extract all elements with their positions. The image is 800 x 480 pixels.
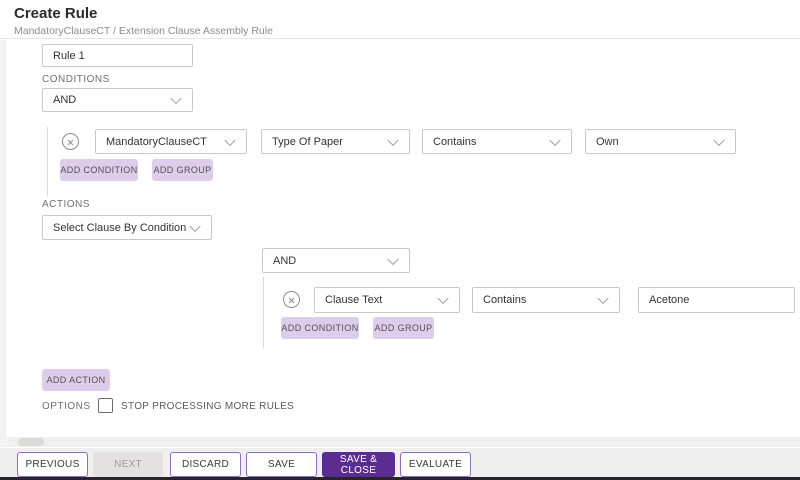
condition-value-select[interactable]: Own [585, 129, 736, 154]
action-group-operator-select[interactable]: AND [262, 248, 410, 273]
footer-bar: PREVIOUS NEXT DISCARD SAVE SAVE & CLOSE … [0, 448, 800, 477]
page-title: Create Rule [14, 5, 97, 22]
action-operator-select[interactable]: Contains [472, 287, 620, 313]
action-field-select[interactable]: Clause Text [314, 287, 460, 313]
chevron-down-icon [597, 293, 608, 304]
condition-operator-select[interactable]: Contains [422, 129, 572, 154]
action-value-input[interactable] [638, 287, 795, 313]
options-label: OPTIONS [42, 401, 91, 412]
chevron-down-icon [549, 134, 560, 145]
action-operator-value: Contains [483, 294, 526, 306]
condition-entity-select[interactable]: MandatoryClauseCT [95, 129, 247, 154]
condition-entity-value: MandatoryClauseCT [106, 136, 207, 148]
action-group-line [263, 277, 264, 348]
stop-processing-checkbox[interactable] [98, 398, 113, 413]
action-group-operator-value: AND [273, 255, 296, 267]
condition-operator-value: Contains [433, 136, 476, 148]
next-button[interactable]: NEXT [93, 452, 163, 477]
breadcrumb: MandatoryClauseCT / Extension Clause Ass… [14, 25, 273, 37]
conditions-operator-select[interactable]: AND [42, 88, 193, 112]
add-action-button[interactable]: ADD ACTION [42, 369, 110, 391]
horizontal-scrollbar-track[interactable] [7, 437, 800, 447]
chevron-down-icon [224, 134, 235, 145]
save-button[interactable]: SAVE [246, 452, 317, 477]
actions-label: ACTIONS [42, 199, 90, 210]
left-scrollbar-track[interactable] [0, 40, 6, 447]
action-type-value: Select Clause By Condition [53, 222, 186, 234]
add-condition-button[interactable]: ADD CONDITION [60, 159, 138, 181]
conditions-operator-value: AND [53, 94, 76, 106]
condition-value: Own [596, 136, 619, 148]
chevron-down-icon [713, 134, 724, 145]
chevron-down-icon [189, 220, 200, 231]
condition-attribute-value: Type Of Paper [272, 136, 343, 148]
condition-attribute-select[interactable]: Type Of Paper [261, 129, 410, 154]
previous-button[interactable]: PREVIOUS [17, 452, 88, 477]
chevron-down-icon [437, 293, 448, 304]
save-and-close-button[interactable]: SAVE & CLOSE [322, 452, 395, 477]
chevron-down-icon [170, 93, 181, 104]
page-header: Create Rule MandatoryClauseCT / Extensio… [0, 0, 800, 39]
chevron-down-icon [387, 134, 398, 145]
add-group-button[interactable]: ADD GROUP [152, 159, 213, 181]
action-type-select[interactable]: Select Clause By Condition [42, 215, 212, 240]
evaluate-button[interactable]: EVALUATE [400, 452, 471, 477]
remove-condition-icon[interactable] [62, 133, 79, 150]
rule-name-input[interactable] [42, 44, 193, 67]
add-action-group-button[interactable]: ADD GROUP [373, 317, 434, 339]
add-action-condition-button[interactable]: ADD CONDITION [281, 317, 359, 339]
remove-action-condition-icon[interactable] [283, 291, 300, 308]
stop-processing-label: STOP PROCESSING MORE RULES [121, 401, 294, 412]
chevron-down-icon [387, 253, 398, 264]
conditions-label: CONDITIONS [42, 74, 110, 85]
horizontal-scrollbar-thumb[interactable] [18, 438, 44, 446]
condition-group-line [47, 127, 48, 196]
discard-button[interactable]: DISCARD [170, 452, 241, 477]
action-field-value: Clause Text [325, 294, 382, 306]
